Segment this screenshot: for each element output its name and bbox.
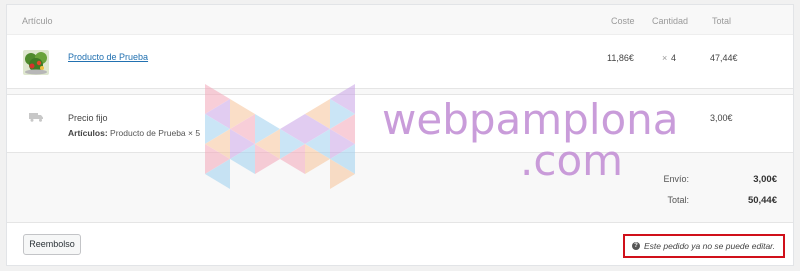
order-totals: Envío: 3,00€ Total: 50,44€ — [7, 153, 793, 223]
item-cost: 11,86€ — [607, 53, 634, 63]
quantity-multiplier: × — [662, 53, 668, 63]
shipping-items: Artículos: Producto de Prueba × 5 — [68, 128, 200, 138]
notice-text: Este pedido ya no se puede editar. — [644, 241, 776, 251]
shipping-total-value: 3,00€ — [753, 174, 777, 185]
refund-button[interactable]: Reembolso — [23, 234, 81, 255]
shipping-total-label: Envío: — [663, 174, 689, 184]
order-items-panel: Artículo Coste Cantidad Total Producto d… — [6, 4, 794, 266]
item-quantity: 4 — [671, 53, 677, 63]
question-circle-icon[interactable]: ? — [632, 242, 640, 250]
shipping-row: Precio fijo Artículos: Producto de Prueb… — [7, 95, 793, 153]
header-cost: Coste — [611, 16, 635, 26]
product-thumbnail[interactable] — [23, 50, 49, 75]
not-editable-notice: ? Este pedido ya no se puede editar. — [623, 234, 785, 258]
item-total: 47,44€ — [710, 53, 738, 63]
order-total-label: Total: — [667, 195, 689, 205]
order-total-value: 50,44€ — [747, 195, 777, 206]
header-item: Artículo — [22, 16, 53, 26]
table-row: Producto de Prueba 11,86€ × 4 47,44€ — [7, 35, 793, 89]
header-total: Total — [712, 16, 732, 26]
header-quantity: Cantidad — [652, 16, 689, 26]
shipping-items-value: Producto de Prueba × 5 — [110, 128, 201, 138]
table-header: Artículo Coste Cantidad Total — [7, 5, 793, 35]
shipping-cost: 3,00€ — [710, 113, 733, 123]
truck-icon — [29, 112, 43, 124]
shipping-method: Precio fijo — [68, 113, 108, 123]
shipping-items-label: Artículos: — [68, 128, 108, 138]
product-link[interactable]: Producto de Prueba — [68, 52, 148, 62]
